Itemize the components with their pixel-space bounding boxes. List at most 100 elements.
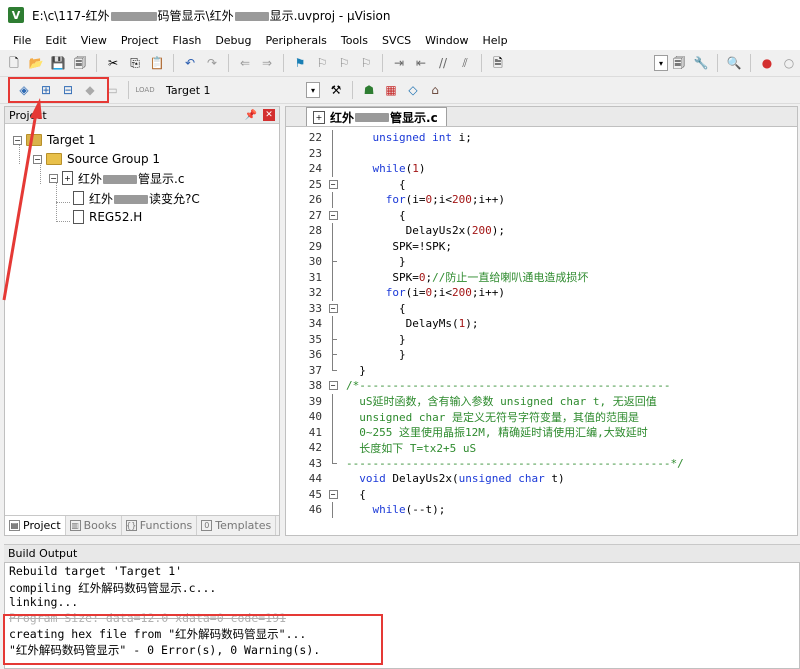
tree-node-include-file[interactable]: 红外 读变允?C <box>73 189 200 207</box>
menu-file[interactable]: File <box>6 34 38 47</box>
code-line[interactable]: 46 while(--t); <box>286 502 797 518</box>
menu-flash[interactable]: Flash <box>165 34 208 47</box>
code-line[interactable]: 24 while(1) <box>286 161 797 177</box>
breakpoint-disable-icon[interactable]: ○ <box>781 55 797 71</box>
pin-icon[interactable]: 📌 <box>245 110 257 121</box>
bookmark-insert-icon[interactable]: ⚑ <box>292 55 308 71</box>
save-icon[interactable]: 💾 <box>50 55 66 71</box>
code-line[interactable]: 41 0~255 这里使用晶振12M, 精确延时请使用汇编,大致延时 <box>286 424 797 440</box>
download-icon[interactable]: LOAD <box>135 82 154 98</box>
configure-icon[interactable]: 🔧 <box>693 55 709 71</box>
menu-project[interactable]: Project <box>114 34 166 47</box>
collapse-icon[interactable]: − <box>33 154 42 164</box>
navigate-forward-icon[interactable]: ⇒ <box>259 55 275 71</box>
code-line[interactable]: 40 unsigned char 是定义无符号字符变量，其值的范围是 <box>286 409 797 425</box>
bookmark-next-icon[interactable]: ⚐ <box>336 55 352 71</box>
tree-node-target[interactable]: − Target 1 <box>13 131 96 149</box>
code-line[interactable]: 25− { <box>286 177 797 193</box>
fold-gutter[interactable]: − <box>326 177 340 193</box>
target-options-icon[interactable]: ⚒ <box>328 82 344 98</box>
uncomment-icon[interactable]: ⫽ <box>457 55 473 71</box>
menu-debug[interactable]: Debug <box>208 34 258 47</box>
menu-view[interactable]: View <box>74 34 114 47</box>
bookmark-clear-icon[interactable]: ⚐ <box>358 55 374 71</box>
code-line[interactable]: 32 for(i=0;i<200;i++) <box>286 285 797 301</box>
collapse-icon[interactable]: − <box>49 173 58 183</box>
comment-icon[interactable]: // <box>435 55 451 71</box>
manage-components-icon[interactable]: ☗ <box>361 82 377 98</box>
code-line[interactable]: 39 uS延时函数，含有输入参数 unsigned char t, 无返回值 <box>286 393 797 409</box>
code-line[interactable]: 36 } <box>286 347 797 363</box>
new-file-icon[interactable]: 🗋 <box>6 55 22 71</box>
code-line[interactable]: 23 <box>286 145 797 161</box>
menu-help[interactable]: Help <box>476 34 515 47</box>
unindent-icon[interactable]: ⇤ <box>413 55 429 71</box>
navigate-back-icon[interactable]: ⇐ <box>237 55 253 71</box>
editor-tab-active[interactable]: + 红外 管显示.c <box>306 107 447 126</box>
menu-peripherals[interactable]: Peripherals <box>259 34 334 47</box>
code-line[interactable]: 22 unsigned int i; <box>286 130 797 146</box>
fold-toggle-icon[interactable]: − <box>328 303 338 313</box>
tree-node-include-file[interactable]: REG52.H <box>73 208 142 226</box>
code-line[interactable]: 45− { <box>286 487 797 503</box>
menu-edit[interactable]: Edit <box>38 34 73 47</box>
code-editor[interactable]: + 红外 管显示.c 22 unsigned int i; 23 24 while(1… <box>285 106 798 536</box>
paste-icon[interactable]: 📋 <box>149 55 165 71</box>
fold-gutter[interactable]: − <box>326 378 340 394</box>
breakpoint-icon[interactable]: ● <box>759 55 775 71</box>
indent-icon[interactable]: ⇥ <box>391 55 407 71</box>
fold-gutter[interactable]: − <box>326 208 340 224</box>
fold-gutter <box>326 424 340 440</box>
tab-books[interactable]: ▥ Books <box>66 516 122 535</box>
fold-toggle-icon[interactable]: − <box>328 381 338 391</box>
menu-tools[interactable]: Tools <box>334 34 375 47</box>
code-line[interactable]: 27− { <box>286 208 797 224</box>
code-line[interactable]: 38−/*-----------------------------------… <box>286 378 797 394</box>
fold-gutter[interactable]: − <box>326 487 340 503</box>
code-text: SPK=0;//防止一直给喇叭通电造成损坏 <box>346 271 589 285</box>
tree-node-source-group[interactable]: − Source Group 1 <box>33 150 160 168</box>
code-line[interactable]: 34 DelayMs(1); <box>286 316 797 332</box>
tab-functions[interactable]: {} Functions <box>122 516 198 535</box>
open-file-icon[interactable]: 📂 <box>28 55 44 71</box>
close-icon[interactable]: ✕ <box>263 109 275 121</box>
code-area[interactable]: 22 unsigned int i; 23 24 while(1) 25− {26 f… <box>286 130 797 518</box>
code-line[interactable]: 43 --------------------------------------… <box>286 455 797 472</box>
code-line[interactable]: 33− { <box>286 301 797 317</box>
target-dropdown[interactable]: ▾ <box>306 82 320 98</box>
code-line[interactable]: 35 } <box>286 331 797 347</box>
code-line[interactable]: 44 void DelayUs2x(unsigned char t) <box>286 471 797 487</box>
fold-toggle-icon[interactable]: − <box>328 489 338 499</box>
collapse-icon[interactable]: − <box>13 135 22 145</box>
target-select[interactable]: Target 1 <box>160 80 302 100</box>
select-packs-icon[interactable]: ▦ <box>383 82 399 98</box>
fold-toggle-icon[interactable]: − <box>328 210 338 220</box>
run-time-env-icon[interactable]: ⌂ <box>427 82 443 98</box>
undo-icon[interactable]: ↶ <box>182 55 198 71</box>
redacted-text <box>103 174 138 184</box>
code-line[interactable]: 42 长度如下 T=tx2+5 uS <box>286 440 797 456</box>
fold-gutter[interactable]: − <box>326 301 340 317</box>
copy-icon[interactable]: ⎘ <box>127 55 143 71</box>
code-line[interactable]: 29 SPK=!SPK; <box>286 238 797 254</box>
cut-icon[interactable]: ✂ <box>105 55 121 71</box>
code-line[interactable]: 30 } <box>286 254 797 270</box>
redo-icon[interactable]: ↷ <box>204 55 220 71</box>
code-line[interactable]: 37 } <box>286 362 797 379</box>
code-line[interactable]: 28 DelayUs2x(200); <box>286 223 797 239</box>
code-line[interactable]: 31 SPK=0;//防止一直给喇叭通电造成损坏 <box>286 269 797 285</box>
bookmark-previous-icon[interactable]: ⚐ <box>314 55 330 71</box>
find-in-files-icon[interactable]: 🗎 <box>490 55 506 71</box>
code-line[interactable]: 26 for(i=0;i<200;i++) <box>286 192 797 208</box>
debug-session-icon[interactable]: 🔍 <box>726 55 742 71</box>
fold-toggle-icon[interactable]: − <box>328 179 338 189</box>
tree-node-source-file[interactable]: − + 红外 管显示.c <box>49 169 184 187</box>
menu-window[interactable]: Window <box>418 34 475 47</box>
menu-svcs[interactable]: SVCS <box>375 34 418 47</box>
tab-templates[interactable]: 0 Templates <box>197 516 277 535</box>
tab-project[interactable]: ▤ Project <box>5 516 66 535</box>
save-all-icon[interactable]: 🗐 <box>72 55 88 71</box>
find-icon[interactable]: 🗐 <box>671 55 687 71</box>
pack-installer-icon[interactable]: ◇ <box>405 82 421 98</box>
find-combo-dropdown[interactable]: ▾ <box>654 55 668 71</box>
